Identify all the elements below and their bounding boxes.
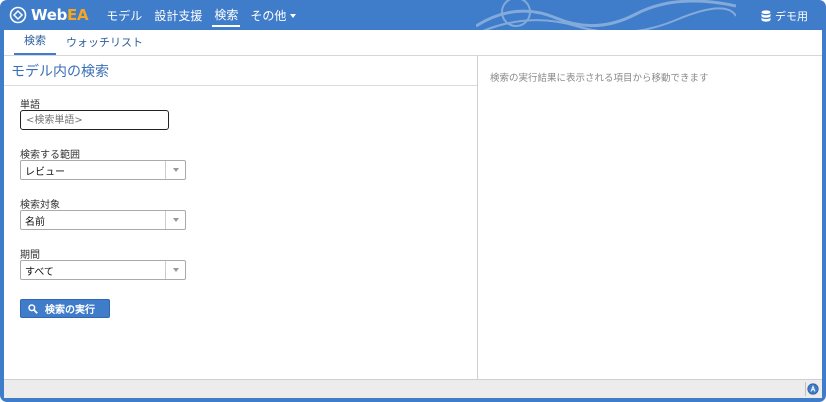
search-panel-title: モデル内の検索 — [4, 56, 477, 86]
search-term-input[interactable] — [20, 110, 169, 130]
nav-other[interactable]: その他 — [248, 5, 298, 26]
webea-logo[interactable]: WebEA — [9, 6, 89, 24]
chevron-down-icon — [165, 161, 185, 179]
main-area: 検索 ウォッチリスト モデル内の検索 単語 検索する範囲 レビュー 検索対象 名… — [4, 30, 822, 398]
status-divider — [805, 382, 806, 396]
scope-select-value: レビュー — [25, 166, 65, 178]
tab-watchlist[interactable]: ウォッチリスト — [56, 34, 153, 55]
nav-search[interactable]: 検索 — [212, 4, 241, 27]
nav-model[interactable]: モデル — [104, 5, 144, 26]
scope-select[interactable]: レビュー — [20, 160, 186, 180]
header-decoration — [476, 0, 736, 30]
results-panel: 検索の実行結果に表示される項目から移動できます — [479, 56, 822, 379]
term-label: 単語 — [20, 100, 40, 111]
nav-design-support[interactable]: 設計支援 — [152, 5, 204, 26]
logo-icon — [9, 6, 27, 24]
scope-label: 検索する範囲 — [20, 150, 80, 161]
search-icon — [28, 303, 38, 314]
execute-search-label: 検索の実行 — [45, 305, 95, 316]
chevron-down-icon — [165, 261, 185, 279]
execute-search-button[interactable]: 検索の実行 — [20, 299, 110, 318]
period-select-value: すべて — [25, 266, 54, 278]
tab-search[interactable]: 検索 — [14, 32, 56, 55]
results-message: 検索の実行結果に表示される項目から移動できます — [490, 73, 709, 84]
user-label: デモ用 — [775, 10, 808, 23]
target-label: 検索対象 — [20, 200, 60, 211]
nav-other-label: その他 — [250, 8, 287, 23]
user-menu[interactable]: デモ用 — [761, 8, 808, 24]
period-select[interactable]: すべて — [20, 260, 186, 280]
chevron-down-icon — [165, 211, 185, 229]
app-frame: WebEA モデル 設計支援 検索 その他 デモ用 検索 ウォッチリスト モデル… — [0, 0, 826, 402]
chevron-down-icon — [290, 14, 297, 18]
target-select[interactable]: 名前 — [20, 210, 186, 230]
status-bar — [4, 379, 822, 398]
logo-text: Web — [31, 6, 68, 24]
period-label: 期間 — [20, 250, 40, 261]
status-info-icon[interactable] — [807, 383, 819, 395]
target-select-value: 名前 — [25, 216, 45, 228]
tab-bar: 検索 ウォッチリスト — [4, 30, 822, 56]
top-bar: WebEA モデル 設計支援 検索 その他 デモ用 — [0, 0, 826, 30]
database-icon — [761, 10, 771, 22]
search-panel: モデル内の検索 単語 検索する範囲 レビュー 検索対象 名前 期間 すべて — [4, 56, 478, 379]
logo-accent: EA — [67, 6, 89, 24]
